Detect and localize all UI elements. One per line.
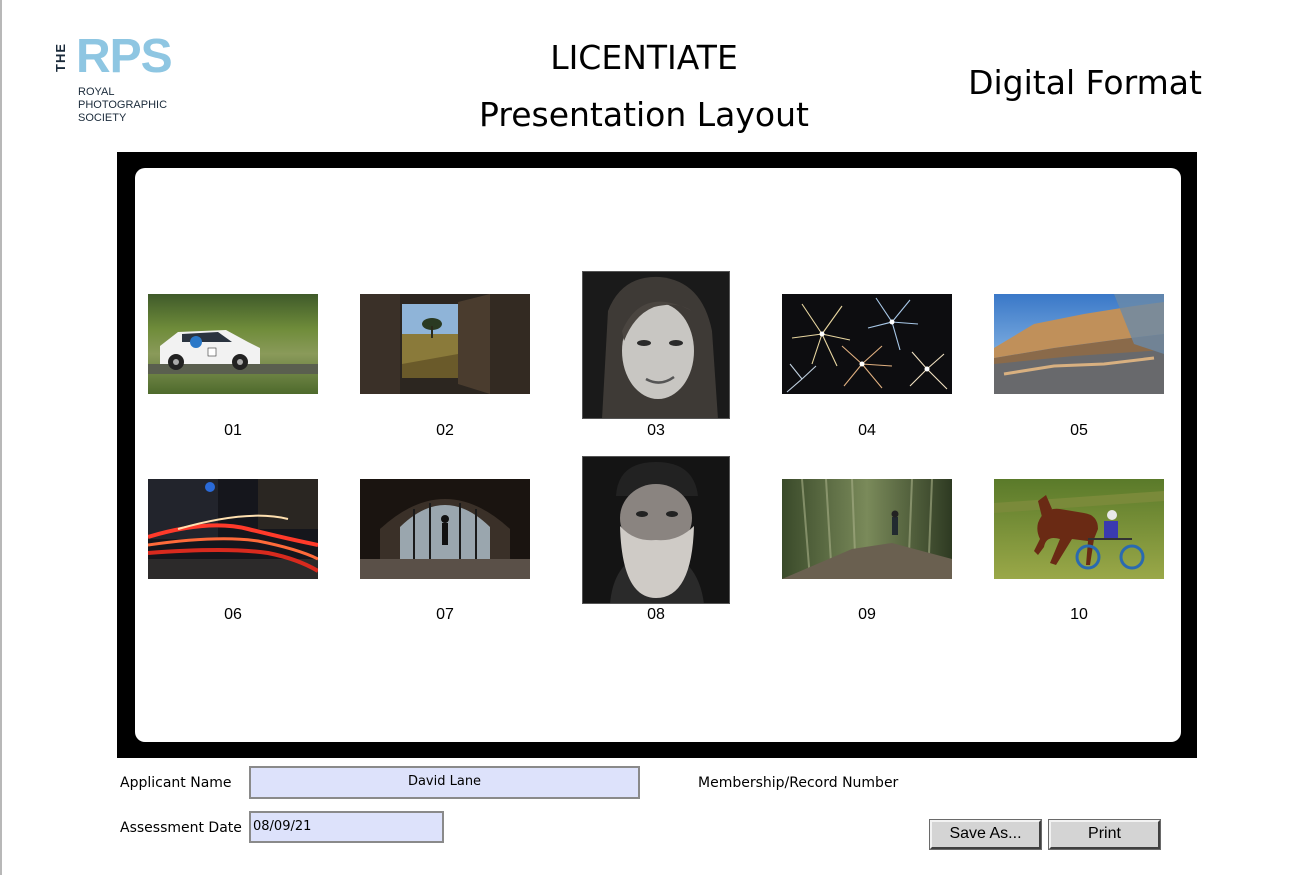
print-button[interactable]: Print <box>1048 819 1161 850</box>
image-number-04: 04 <box>858 422 876 439</box>
logo-mark: RPS <box>76 30 173 83</box>
assessment-date-field[interactable]: 08/09/21 <box>249 811 444 843</box>
logo-line-3: SOCIETY <box>78 112 127 124</box>
image-thumbnail-03[interactable] <box>582 271 730 419</box>
image-number-09: 09 <box>858 606 876 623</box>
rps-logo: THE RPS ROYAL PHOTOGRAPHIC SOCIETY <box>52 30 182 128</box>
save-as-button[interactable]: Save As... <box>929 819 1042 850</box>
presentation-panel: 01 02 03 04 05 06 07 08 09 10 <box>135 168 1181 742</box>
image-number-07: 07 <box>436 606 454 623</box>
image-number-10: 10 <box>1070 606 1088 623</box>
format-heading: Digital Format <box>968 63 1202 102</box>
page-title: LICENTIATE <box>550 38 738 77</box>
image-number-08: 08 <box>647 606 665 623</box>
image-thumbnail-01[interactable] <box>148 294 318 394</box>
image-thumbnail-10[interactable] <box>994 479 1164 579</box>
presentation-frame: 01 02 03 04 05 06 07 08 09 10 <box>117 152 1197 758</box>
image-thumbnail-09[interactable] <box>782 479 952 579</box>
applicant-name-label: Applicant Name <box>120 775 232 791</box>
image-number-03: 03 <box>647 422 665 439</box>
assessment-date-label: Assessment Date <box>120 820 242 836</box>
logo-subtitle: ROYAL PHOTOGRAPHIC SOCIETY <box>78 86 188 125</box>
window-edge <box>0 0 2 875</box>
image-number-06: 06 <box>224 606 242 623</box>
image-thumbnail-02[interactable] <box>360 294 530 394</box>
logo-line-1: ROYAL <box>78 86 115 98</box>
image-number-02: 02 <box>436 422 454 439</box>
image-number-05: 05 <box>1070 422 1088 439</box>
image-thumbnail-05[interactable] <box>994 294 1164 394</box>
applicant-name-field[interactable]: David Lane <box>249 766 640 799</box>
image-thumbnail-06[interactable] <box>148 479 318 579</box>
logo-line-2: PHOTOGRAPHIC <box>78 99 168 111</box>
image-number-01: 01 <box>224 422 242 439</box>
logo-prefix: THE <box>53 43 68 73</box>
page-subtitle: Presentation Layout <box>479 95 809 134</box>
image-thumbnail-07[interactable] <box>360 479 530 579</box>
image-thumbnail-04[interactable] <box>782 294 952 394</box>
membership-number-label: Membership/Record Number <box>698 775 899 791</box>
image-thumbnail-08[interactable] <box>582 456 730 604</box>
